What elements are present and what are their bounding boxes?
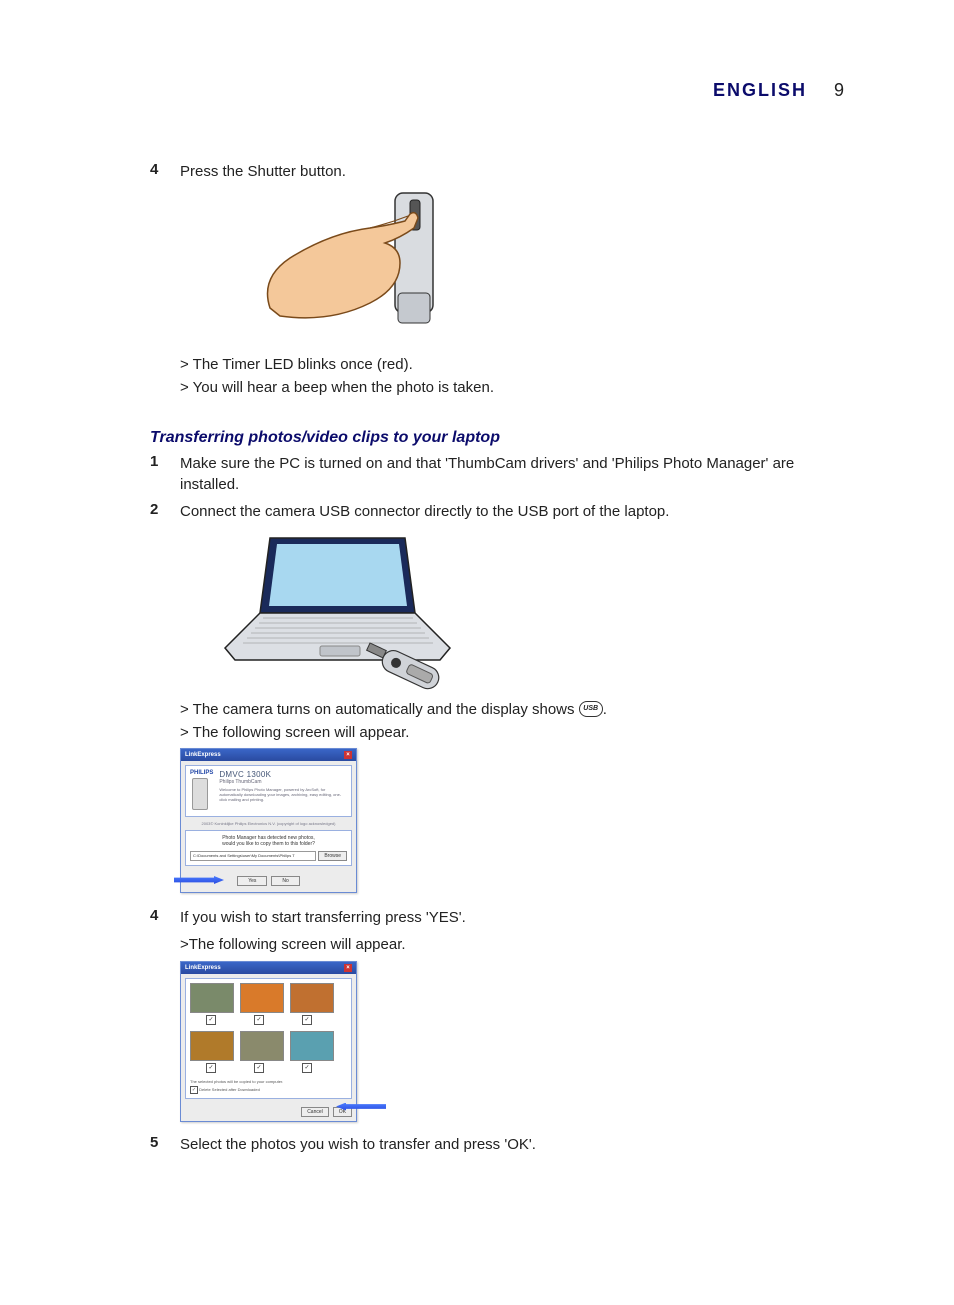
step-text: Make sure the PC is turned on and that '… — [180, 453, 844, 495]
step-4-shutter: 4 Press the Shutter button. — [150, 161, 844, 182]
checkbox[interactable]: ✓ — [206, 1063, 216, 1073]
header-language: ENGLISH — [713, 80, 807, 100]
dialog-button-row: Cancel OK — [181, 1103, 356, 1121]
step-number: 4 — [150, 161, 180, 178]
checkbox-row: ✓ ✓ ✓ — [190, 1015, 347, 1025]
delete-after-download-row: ✓ Delete Selected after Downloaded — [190, 1086, 347, 1094]
dialog-title: LinkExpress — [185, 752, 221, 758]
dialog-copy-message: The selected photos will be copied to yo… — [190, 1079, 347, 1084]
transfer-step-1: 1 Make sure the PC is turned on and that… — [150, 453, 844, 495]
product-subtitle: Philips ThumbCam — [219, 779, 347, 785]
pointer-arrow-icon — [336, 1103, 386, 1111]
product-description: Welcome to Philips Photo Manager, powere… — [219, 788, 347, 802]
thumbnail-row — [190, 983, 347, 1013]
dialog-linkexpress: LinkExpress × PHILIPS DMVC 1300K Philips… — [180, 748, 357, 893]
step-text: Select the photos you wish to transfer a… — [180, 1134, 844, 1155]
screenshot-linkexpress-prompt: LinkExpress × PHILIPS DMVC 1300K Philips… — [180, 748, 844, 893]
step-4-result-1: > The Timer LED blinks once (red). — [180, 354, 844, 377]
step-text: Press the Shutter button. — [180, 161, 844, 182]
dialog-linkexpress-select: LinkExpress × ✓ ✓ ✓ — [180, 961, 357, 1122]
thumbnail-row — [190, 1031, 347, 1061]
dialog-header-panel: PHILIPS DMVC 1300K Philips ThumbCam Welc… — [185, 765, 352, 817]
checkbox[interactable]: ✓ — [302, 1063, 312, 1073]
page-header: ENGLISH 9 — [150, 80, 844, 101]
illustration-press-shutter — [250, 188, 450, 348]
dialog-message-panel: Photo Manager has detected new photos, w… — [185, 830, 352, 866]
section-title-transferring: Transferring photos/video clips to your … — [150, 429, 844, 447]
path-field[interactable]: C:\Documents and Settings\user\My Docume… — [190, 851, 316, 861]
checkbox[interactable]: ✓ — [302, 1015, 312, 1025]
transfer-step-5: 5 Select the photos you wish to transfer… — [150, 1134, 844, 1155]
dialog-thumbnail-panel: ✓ ✓ ✓ ✓ ✓ ✓ The selected photos will be … — [185, 978, 352, 1099]
no-button[interactable]: No — [271, 876, 299, 886]
checkbox-row: ✓ ✓ ✓ — [190, 1063, 347, 1073]
illustration-laptop-usb — [215, 528, 465, 693]
step-text: If you wish to start transferring press … — [180, 907, 844, 928]
dialog-title-bar: LinkExpress × — [181, 962, 356, 974]
result-text-post: . — [603, 701, 607, 718]
product-model: DMVC 1300K — [219, 770, 347, 779]
dialog-title: LinkExpress — [185, 965, 221, 971]
photo-thumbnail[interactable] — [240, 983, 284, 1013]
step-number: 5 — [150, 1134, 180, 1151]
step-4-result-2: > You will hear a beep when the photo is… — [180, 377, 844, 400]
step-text: Connect the camera USB connector directl… — [180, 501, 844, 522]
transfer-step-2-result-2: > The following screen will appear. — [180, 722, 844, 745]
checkbox[interactable]: ✓ — [190, 1086, 198, 1094]
transfer-step-4: 4 If you wish to start transferring pres… — [150, 907, 844, 928]
page-content: ENGLISH 9 4 Press the Shutter button. > … — [0, 0, 954, 1221]
yes-button[interactable]: Yes — [237, 876, 267, 886]
close-icon[interactable]: × — [344, 751, 352, 759]
dialog-title-bar: LinkExpress × — [181, 749, 356, 761]
checkbox[interactable]: ✓ — [206, 1015, 216, 1025]
step-number: 4 — [150, 907, 180, 924]
copyright-text: 2003© Koninklijke Philips Electronics N.… — [187, 821, 350, 826]
transfer-step-2: 2 Connect the camera USB connector direc… — [150, 501, 844, 522]
photo-thumbnail[interactable] — [290, 1031, 334, 1061]
dialog-message-2: would you like to copy them to this fold… — [190, 841, 347, 847]
photo-thumbnail[interactable] — [290, 983, 334, 1013]
photo-thumbnail[interactable] — [240, 1031, 284, 1061]
brand-logo: PHILIPS — [190, 770, 213, 776]
browse-button[interactable]: Browse — [318, 851, 347, 861]
transfer-step-4-result: >The following screen will appear. — [180, 934, 844, 957]
header-page-number: 9 — [834, 80, 844, 100]
step-number: 1 — [150, 453, 180, 470]
camera-icon — [192, 778, 208, 810]
checkbox[interactable]: ✓ — [254, 1015, 264, 1025]
result-text-pre: > The camera turns on automatically and … — [180, 701, 579, 718]
cancel-button[interactable]: Cancel — [301, 1107, 329, 1117]
checkbox[interactable]: ✓ — [254, 1063, 264, 1073]
step-number: 2 — [150, 501, 180, 518]
photo-thumbnail[interactable] — [190, 1031, 234, 1061]
delete-label: Delete Selected after Downloaded — [199, 1087, 260, 1092]
close-icon[interactable]: × — [344, 964, 352, 972]
photo-thumbnail[interactable] — [190, 983, 234, 1013]
screenshot-linkexpress-select: LinkExpress × ✓ ✓ ✓ — [180, 961, 844, 1122]
usb-icon: USB — [579, 701, 603, 717]
transfer-step-2-result-1: > The camera turns on automatically and … — [180, 699, 844, 722]
